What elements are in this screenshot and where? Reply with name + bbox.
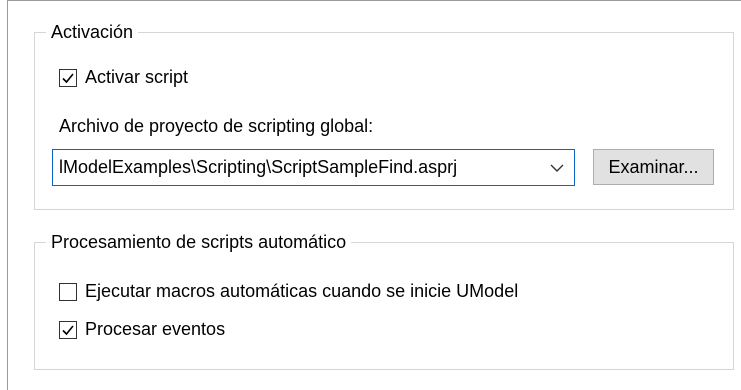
auto-processing-group-title: Procesamiento de scripts automático [46,231,352,253]
project-file-value[interactable]: lModelExamples\Scripting\ScriptSampleFin… [53,157,540,178]
run-macros-label: Ejecutar macros automáticas cuando se in… [85,281,519,301]
browse-button[interactable]: Examinar... [593,149,714,185]
checkmark-icon [62,72,74,83]
process-events-checkbox[interactable]: Procesar eventos [59,319,225,340]
auto-processing-group [34,242,734,370]
project-file-label: Archivo de proyecto de scripting global: [59,116,374,136]
checkbox-box[interactable] [59,68,77,87]
enable-script-label: Activar script [85,67,189,87]
process-events-label: Procesar eventos [85,319,226,339]
checkmark-icon [62,324,74,335]
checkbox-box[interactable] [59,320,77,339]
run-macros-checkbox[interactable]: Ejecutar macros automáticas cuando se in… [59,281,518,302]
chevron-down-icon[interactable] [540,150,574,185]
checkbox-box[interactable] [59,282,77,301]
activation-group-title: Activación [46,21,139,43]
dialog-panel: Activación Activar script Archivo de pro… [7,0,741,390]
project-file-combobox[interactable]: lModelExamples\Scripting\ScriptSampleFin… [52,149,575,186]
enable-script-checkbox[interactable]: Activar script [59,67,188,88]
